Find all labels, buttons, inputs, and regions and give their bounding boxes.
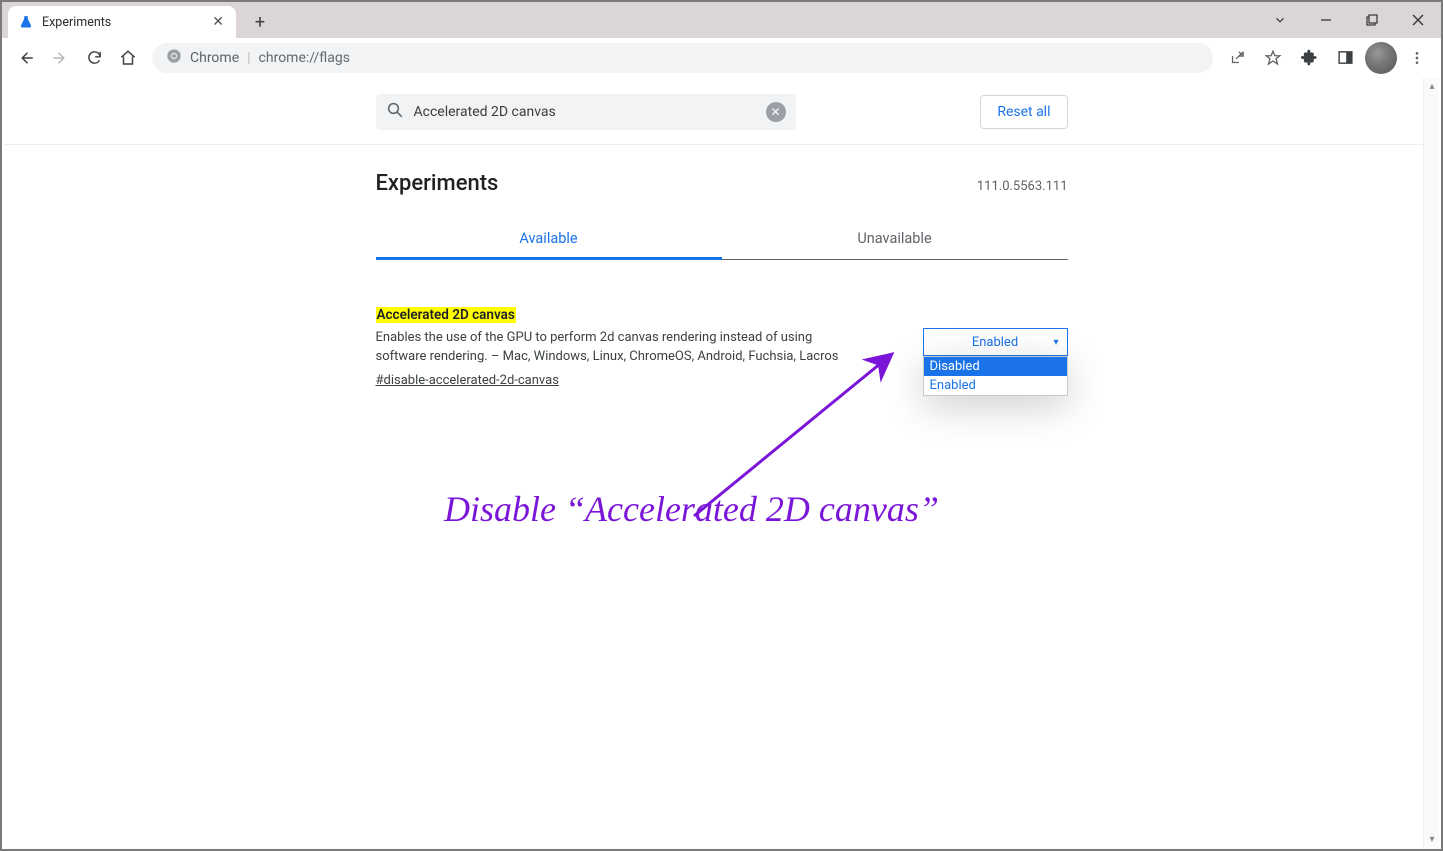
annotation-text: Disable “Accelerated 2D canvas” xyxy=(444,488,939,530)
chevron-down-icon: ▾ xyxy=(1053,337,1058,348)
page-title: Experiments xyxy=(376,171,499,196)
profile-avatar[interactable] xyxy=(1365,42,1397,74)
search-icon xyxy=(386,101,404,123)
browser-titlebar: Experiments ✕ + xyxy=(2,2,1441,38)
window-controls xyxy=(1257,2,1441,38)
flag-description: Enables the use of the GPU to perform 2d… xyxy=(376,329,866,367)
bookmark-icon[interactable] xyxy=(1257,42,1289,74)
share-icon[interactable] xyxy=(1221,42,1253,74)
tab-unavailable-label: Unavailable xyxy=(857,230,931,247)
flag-dropdown: Disabled Enabled xyxy=(923,356,1068,396)
tab-search-button[interactable] xyxy=(1257,2,1303,38)
scroll-up-icon[interactable]: ▴ xyxy=(1424,78,1439,94)
page-content: ▴ ▾ Accelerated 2D canvas ✕ Reset all Ex… xyxy=(4,78,1439,847)
chrome-logo-icon xyxy=(166,48,182,68)
tab-unavailable[interactable]: Unavailable xyxy=(722,218,1068,259)
dropdown-option-disabled[interactable]: Disabled xyxy=(924,357,1067,376)
reload-button[interactable] xyxy=(78,42,110,74)
clear-search-icon[interactable]: ✕ xyxy=(766,102,786,122)
flag-title: Accelerated 2D canvas xyxy=(376,307,516,323)
omnibox[interactable]: Chrome | chrome://flags xyxy=(152,43,1213,73)
extensions-icon[interactable] xyxy=(1293,42,1325,74)
menu-icon[interactable] xyxy=(1401,42,1433,74)
search-query: Accelerated 2D canvas xyxy=(414,104,766,120)
flags-tabs: Available Unavailable xyxy=(376,218,1068,260)
option-label: Enabled xyxy=(930,378,976,393)
scroll-down-icon[interactable]: ▾ xyxy=(1424,831,1439,847)
flag-state-select[interactable]: Enabled ▾ xyxy=(923,328,1068,356)
tab-title: Experiments xyxy=(42,15,111,30)
chrome-version: 111.0.5563.111 xyxy=(977,179,1068,194)
omnibox-separator: | xyxy=(247,50,250,66)
flag-accelerated-2d-canvas: Accelerated 2D canvas Enables the use of… xyxy=(376,304,1068,388)
browser-tab-experiments[interactable]: Experiments ✕ xyxy=(8,6,236,38)
tab-available[interactable]: Available xyxy=(376,218,722,259)
flag-anchor-link[interactable]: #disable-accelerated-2d-canvas xyxy=(376,373,559,388)
browser-toolbar: Chrome | chrome://flags xyxy=(2,38,1441,78)
omnibox-url: chrome://flags xyxy=(259,50,350,66)
reset-all-label: Reset all xyxy=(997,104,1050,120)
back-button[interactable] xyxy=(10,42,42,74)
flags-search-row: Accelerated 2D canvas ✕ Reset all xyxy=(4,78,1439,145)
flask-icon xyxy=(18,14,34,30)
maximize-button[interactable] xyxy=(1349,2,1395,38)
close-window-button[interactable] xyxy=(1395,2,1441,38)
option-label: Disabled xyxy=(930,359,980,374)
close-icon[interactable]: ✕ xyxy=(210,13,226,31)
home-button[interactable] xyxy=(112,42,144,74)
dropdown-option-enabled[interactable]: Enabled xyxy=(924,376,1067,395)
forward-button[interactable] xyxy=(44,42,76,74)
flag-state-value: Enabled xyxy=(972,335,1018,350)
omnibox-label: Chrome xyxy=(190,50,239,66)
new-tab-button[interactable]: + xyxy=(246,8,274,36)
scrollbar[interactable]: ▴ ▾ xyxy=(1423,78,1439,847)
flags-search-input[interactable]: Accelerated 2D canvas ✕ xyxy=(376,94,796,130)
reset-all-button[interactable]: Reset all xyxy=(980,95,1067,129)
minimize-button[interactable] xyxy=(1303,2,1349,38)
sidepanel-icon[interactable] xyxy=(1329,42,1361,74)
tab-available-label: Available xyxy=(519,230,577,247)
